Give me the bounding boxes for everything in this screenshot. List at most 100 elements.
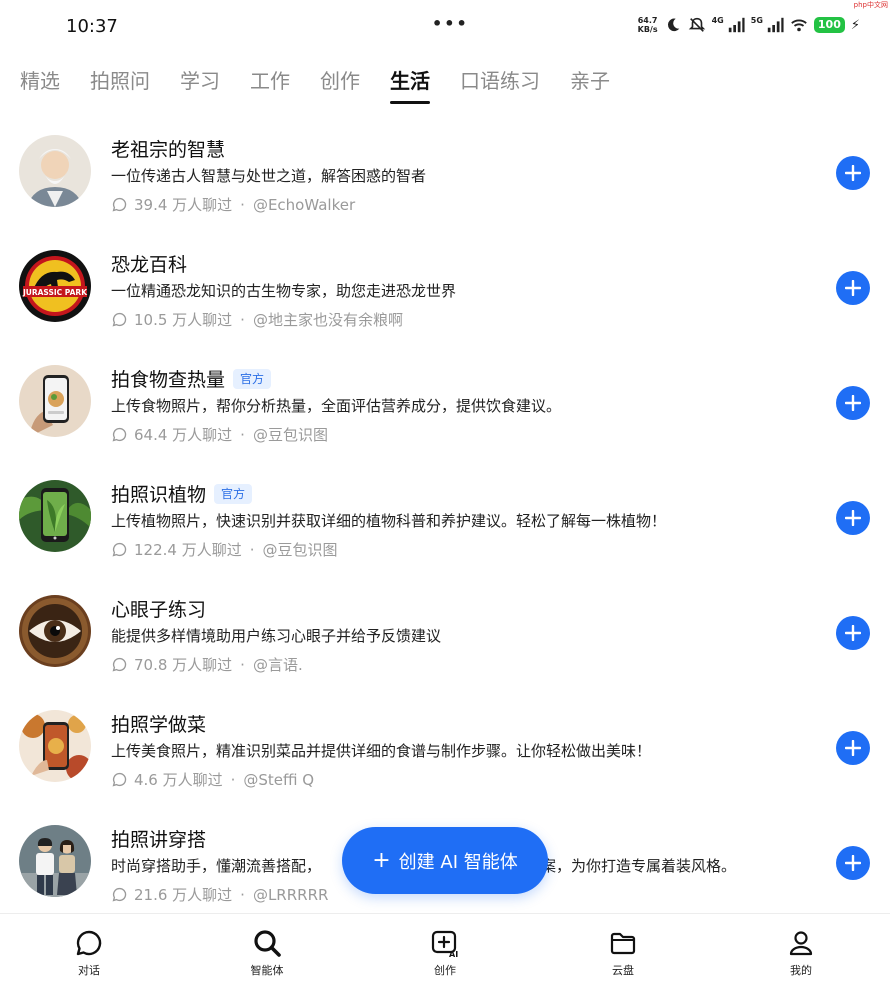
chat-count: 39.4 万人聊过 xyxy=(134,196,233,214)
mute-bell-icon xyxy=(688,17,705,32)
chat-count: 10.5 万人聊过 xyxy=(134,311,233,329)
create-ai-agent-label: 创建 AI 智能体 xyxy=(398,851,518,873)
chat-count: 4.6 万人聊过 xyxy=(134,771,223,789)
agent-meta: 122.4 万人聊过 · @豆包识图 xyxy=(111,539,338,560)
agent-title: 恐龙百科 xyxy=(111,254,188,276)
eye-avatar xyxy=(19,595,91,667)
svg-text:JURASSIC PARK: JURASSIC PARK xyxy=(22,288,88,297)
author[interactable]: @豆包识图 xyxy=(263,539,338,560)
agent-meta: 39.4 万人聊过 · @EchoWalker xyxy=(111,194,355,215)
author[interactable]: @言语. xyxy=(253,654,303,675)
moon-icon xyxy=(667,18,679,32)
phone-plant-avatar xyxy=(19,480,91,552)
add-agent-button[interactable] xyxy=(836,616,870,650)
plus-icon xyxy=(845,510,861,526)
nav-chat[interactable]: 对话 xyxy=(49,928,129,978)
clock: 10:37 xyxy=(66,16,118,37)
chat-count-icon xyxy=(112,542,127,557)
agent-title: 拍照识植物 官方 xyxy=(111,480,253,507)
tab-life[interactable]: 生活 xyxy=(390,66,430,104)
jurassic-park-avatar: JURASSIC PARK xyxy=(19,250,91,322)
agent-list: 老祖宗的智慧 一位传递古人智慧与处世之道，解答困惑的智者 39.4 万人聊过 · @… xyxy=(0,118,890,923)
chat-count: 64.4 万人聊过 xyxy=(134,426,233,444)
add-agent-button[interactable] xyxy=(836,271,870,305)
agent-meta: 4.6 万人聊过 · @Steffi Q xyxy=(111,769,314,790)
add-agent-button[interactable] xyxy=(836,846,870,880)
nav-create[interactable]: AI 创作 xyxy=(405,928,485,978)
agent-meta: 70.8 万人聊过 · @言语. xyxy=(111,654,303,675)
signal-bars-icon xyxy=(728,17,745,33)
chat-count-icon xyxy=(112,887,127,902)
list-item[interactable]: 心眼子练习 能提供多样情境助用户练习心眼子并给予反馈建议 70.8 万人聊过 · @… xyxy=(0,578,890,693)
tab-photo-ask[interactable]: 拍照问 xyxy=(90,66,150,104)
plus-icon xyxy=(845,395,861,411)
status-icons: 64.7 KB/s 4G 5G 100 ⚡ xyxy=(637,15,860,35)
couple-avatar xyxy=(19,825,91,897)
list-item[interactable]: 老祖宗的智慧 一位传递古人智慧与处世之道，解答困惑的智者 39.4 万人聊过 · @… xyxy=(0,118,890,233)
phone-food-avatar xyxy=(19,365,91,437)
battery-indicator: 100 xyxy=(813,17,845,33)
chat-count: 70.8 万人聊过 xyxy=(134,656,233,674)
tab-work[interactable]: 工作 xyxy=(250,66,290,104)
author[interactable]: @EchoWalker xyxy=(253,196,355,214)
list-item[interactable]: JURASSIC PARK 恐龙百科 一位精通恐龙知识的古生物专家，助您走进恐龙… xyxy=(0,233,890,348)
tab-create[interactable]: 创作 xyxy=(320,66,360,104)
net-speed: 64.7 KB/s xyxy=(637,16,658,34)
wifi-icon xyxy=(791,19,807,32)
add-agent-button[interactable] xyxy=(836,731,870,765)
list-item[interactable]: 拍食物查热量 官方 上传食物照片，帮你分析热量，全面评估营养成分，提供饮食建议。 … xyxy=(0,348,890,463)
chat-count-icon xyxy=(112,197,127,212)
chat-count-icon xyxy=(112,657,127,672)
agent-title: 拍食物查热量 官方 xyxy=(111,365,272,392)
agent-meta: 10.5 万人聊过 · @地主家也没有余粮啊 xyxy=(111,309,403,330)
official-badge: 官方 xyxy=(233,368,272,389)
plus-icon xyxy=(845,740,861,756)
author[interactable]: @豆包识图 xyxy=(253,424,328,445)
agent-description: 能提供多样情境助用户练习心眼子并给予反馈建议 xyxy=(111,627,442,645)
agent-description: 上传食物照片，帮你分析热量，全面评估营养成分，提供饮食建议。 xyxy=(111,397,562,415)
plus-icon: + xyxy=(372,848,391,873)
signal-4g-label: 4G xyxy=(711,15,724,25)
author[interactable]: @地主家也没有余粮啊 xyxy=(253,309,403,330)
chat-count-icon xyxy=(112,772,127,787)
add-agent-button[interactable] xyxy=(836,386,870,420)
agent-description: 一位精通恐龙知识的古生物专家，助您走进恐龙世界 xyxy=(111,282,457,300)
official-badge: 官方 xyxy=(214,483,253,504)
folder-icon xyxy=(610,932,636,955)
add-agent-button[interactable] xyxy=(836,156,870,190)
agent-meta: 21.6 万人聊过 · @LRRRRR xyxy=(111,884,328,905)
plus-icon xyxy=(845,855,861,871)
plus-icon xyxy=(845,280,861,296)
chat-count-icon xyxy=(112,427,127,442)
plus-icon xyxy=(845,165,861,181)
signal-5g-label: 5G xyxy=(750,15,763,25)
list-item[interactable]: 拍照识植物 官方 上传植物照片，快速识别并获取详细的植物科普和养护建议。轻松了解每… xyxy=(0,463,890,578)
status-bar: 10:37 ••• 64.7 KB/s 4G 5G 100 ⚡ php中文网 xyxy=(0,0,890,56)
chat-bubble-icon xyxy=(76,930,102,956)
category-tabs: 精选 拍照问 学习 工作 创作 生活 口语练习 亲子 xyxy=(20,66,640,106)
agent-description: 上传植物照片，快速识别并获取详细的植物科普和养护建议。轻松了解每一株植物！ xyxy=(111,512,667,530)
chat-count: 21.6 万人聊过 xyxy=(134,886,233,904)
bottom-nav: 对话 智能体 AI 创作 云盘 我的 xyxy=(0,913,890,995)
signal-bars-icon-2 xyxy=(767,17,784,33)
create-ai-agent-button[interactable]: + 创建 AI 智能体 xyxy=(342,827,548,894)
author[interactable]: @Steffi Q xyxy=(243,771,314,789)
tab-study[interactable]: 学习 xyxy=(180,66,220,104)
plus-icon xyxy=(845,625,861,641)
create-ai-icon: AI xyxy=(431,930,458,958)
author[interactable]: @LRRRRR xyxy=(253,886,328,904)
more-dots-icon[interactable]: ••• xyxy=(432,14,469,33)
nav-profile[interactable]: 我的 xyxy=(761,928,841,978)
nav-cloud[interactable]: 云盘 xyxy=(583,928,663,978)
charging-bolt-icon: ⚡ xyxy=(850,17,860,33)
svg-text:AI: AI xyxy=(449,950,458,958)
agent-title: 心眼子练习 xyxy=(111,599,207,621)
add-agent-button[interactable] xyxy=(836,501,870,535)
tab-featured[interactable]: 精选 xyxy=(20,66,60,104)
tab-parenting[interactable]: 亲子 xyxy=(570,66,610,104)
list-item[interactable]: 拍照学做菜 上传美食照片，精准识别菜品并提供详细的食谱与制作步骤。让你轻松做出美… xyxy=(0,693,890,808)
agent-description: 上传美食照片，精准识别菜品并提供详细的食谱与制作步骤。让你轻松做出美味！ xyxy=(111,742,652,760)
chat-count-icon xyxy=(112,312,127,327)
nav-agents[interactable]: 智能体 xyxy=(227,928,307,978)
tab-speaking[interactable]: 口语练习 xyxy=(460,66,540,104)
